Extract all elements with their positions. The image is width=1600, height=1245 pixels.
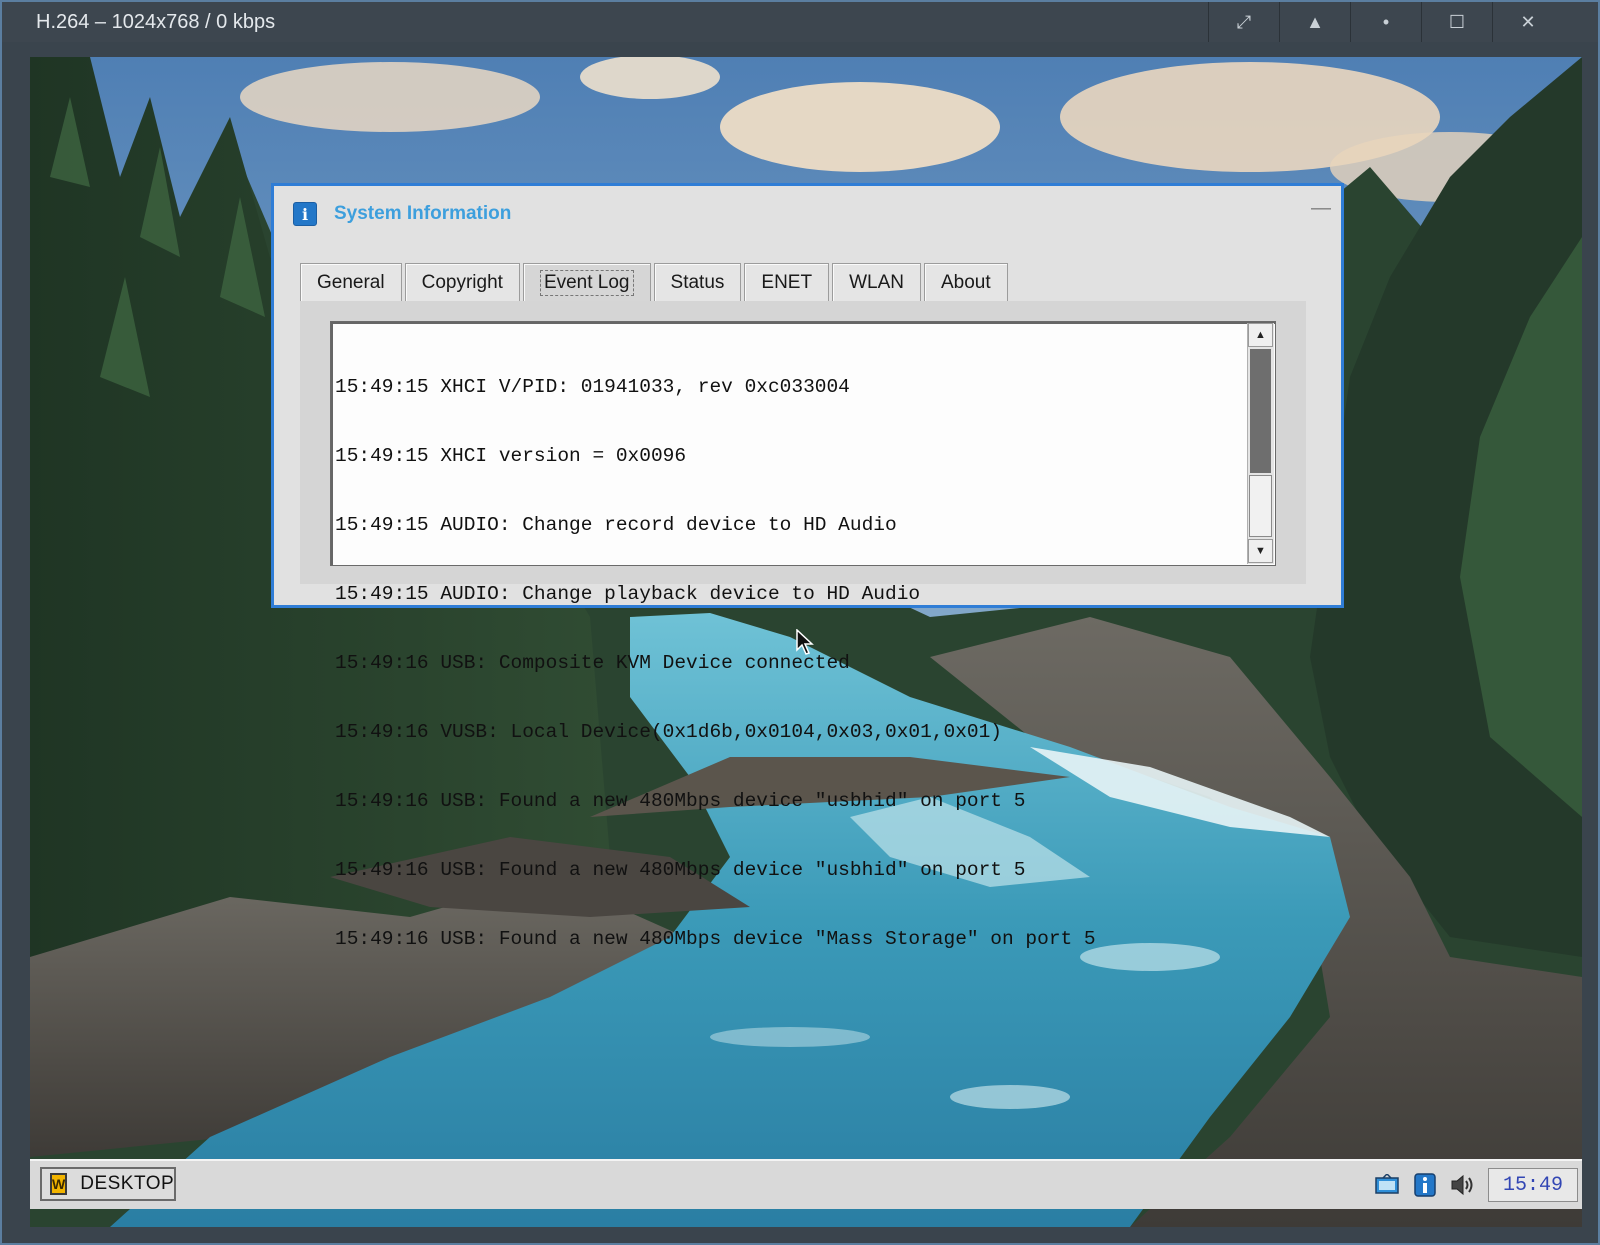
event-log-panel: 15:49:15 XHCI V/PID: 01941033, rev 0xc03… bbox=[300, 301, 1306, 950]
mouse-cursor-icon bbox=[796, 629, 814, 655]
close-icon[interactable]: ✕ bbox=[1492, 2, 1563, 42]
scrollbar-thumb[interactable] bbox=[1249, 475, 1272, 537]
tab-about[interactable]: About bbox=[923, 263, 1008, 303]
expand-icon[interactable]: ⤢ bbox=[1208, 2, 1279, 42]
scroll-up-arrow-icon[interactable]: ▲ bbox=[1248, 323, 1273, 347]
tab-bar: General Copyright Event Log Status ENET … bbox=[300, 263, 1011, 303]
log-line: 15:49:15 AUDIO: Change playback device t… bbox=[335, 583, 921, 605]
taskbar-clock[interactable]: 15:49 bbox=[1488, 1168, 1578, 1202]
viewer-titlebar: H.264 – 1024x768 / 0 kbps ⤢ ▲ • ☐ ✕ bbox=[2, 2, 1598, 42]
dot-icon[interactable]: • bbox=[1350, 2, 1421, 42]
log-line: 15:49:15 XHCI V/PID: 01941033, rev 0xc03… bbox=[335, 376, 850, 398]
maximize-icon[interactable]: ☐ bbox=[1421, 2, 1492, 42]
tab-status[interactable]: Status bbox=[653, 263, 742, 303]
start-button-label: DESKTOP bbox=[80, 1173, 175, 1194]
tab-event-log[interactable]: Event Log bbox=[522, 263, 651, 303]
log-line: 15:49:15 AUDIO: Change record device to … bbox=[335, 514, 897, 536]
event-log-textbox[interactable]: 15:49:15 XHCI V/PID: 01941033, rev 0xc03… bbox=[330, 321, 1276, 950]
tab-copyright[interactable]: Copyright bbox=[404, 263, 520, 303]
log-line: 15:49:16 USB: Found a new 480Mbps device… bbox=[335, 790, 1026, 812]
eject-icon[interactable]: ▲ bbox=[1279, 2, 1350, 42]
log-line: 15:49:16 USB: Found a new 480Mbps device… bbox=[335, 859, 1026, 881]
tab-wlan[interactable]: WLAN bbox=[832, 263, 921, 303]
dialog-title: System Information bbox=[334, 203, 512, 224]
speaker-icon[interactable] bbox=[1450, 1172, 1476, 1198]
taskbar: W DESKTOP 15:49 bbox=[30, 1159, 1582, 1209]
system-tray: 15:49 bbox=[1374, 1167, 1582, 1203]
remote-desktop[interactable]: i System Information — General Copyright… bbox=[30, 57, 1582, 1227]
tab-enet[interactable]: ENET bbox=[744, 263, 830, 303]
remote-viewer-window: H.264 – 1024x768 / 0 kbps ⤢ ▲ • ☐ ✕ i Sy… bbox=[0, 0, 1600, 1245]
log-line: 15:49:16 USB: Composite KVM Device conne… bbox=[335, 652, 850, 674]
scrollbar-track[interactable] bbox=[1248, 349, 1273, 538]
dialog-titlebar: i System Information bbox=[293, 200, 511, 228]
system-information-dialog: i System Information — General Copyright… bbox=[271, 183, 1344, 950]
log-line: 15:49:16 USB: Found a new 480Mbps device… bbox=[335, 928, 1096, 950]
info-icon: i bbox=[293, 202, 317, 226]
w-logo-icon: W bbox=[50, 1173, 68, 1195]
scroll-down-arrow-icon[interactable]: ▼ bbox=[1248, 539, 1273, 563]
desktop-start-button[interactable]: W DESKTOP bbox=[40, 1167, 176, 1201]
vertical-scrollbar[interactable]: ▲ ▼ bbox=[1247, 323, 1274, 564]
tab-general[interactable]: General bbox=[300, 263, 402, 303]
log-line: 15:49:15 XHCI version = 0x0096 bbox=[335, 445, 687, 467]
log-line: 15:49:16 VUSB: Local Device(0x1d6b,0x010… bbox=[335, 721, 1003, 743]
minimize-button[interactable]: — bbox=[1309, 198, 1333, 222]
scrollbar-track-fill bbox=[1250, 349, 1271, 473]
info-icon[interactable] bbox=[1412, 1172, 1438, 1198]
viewer-title: H.264 – 1024x768 / 0 kbps bbox=[36, 11, 276, 33]
event-log-lines: 15:49:15 XHCI V/PID: 01941033, rev 0xc03… bbox=[335, 330, 1245, 997]
monitor-icon[interactable] bbox=[1374, 1172, 1400, 1198]
